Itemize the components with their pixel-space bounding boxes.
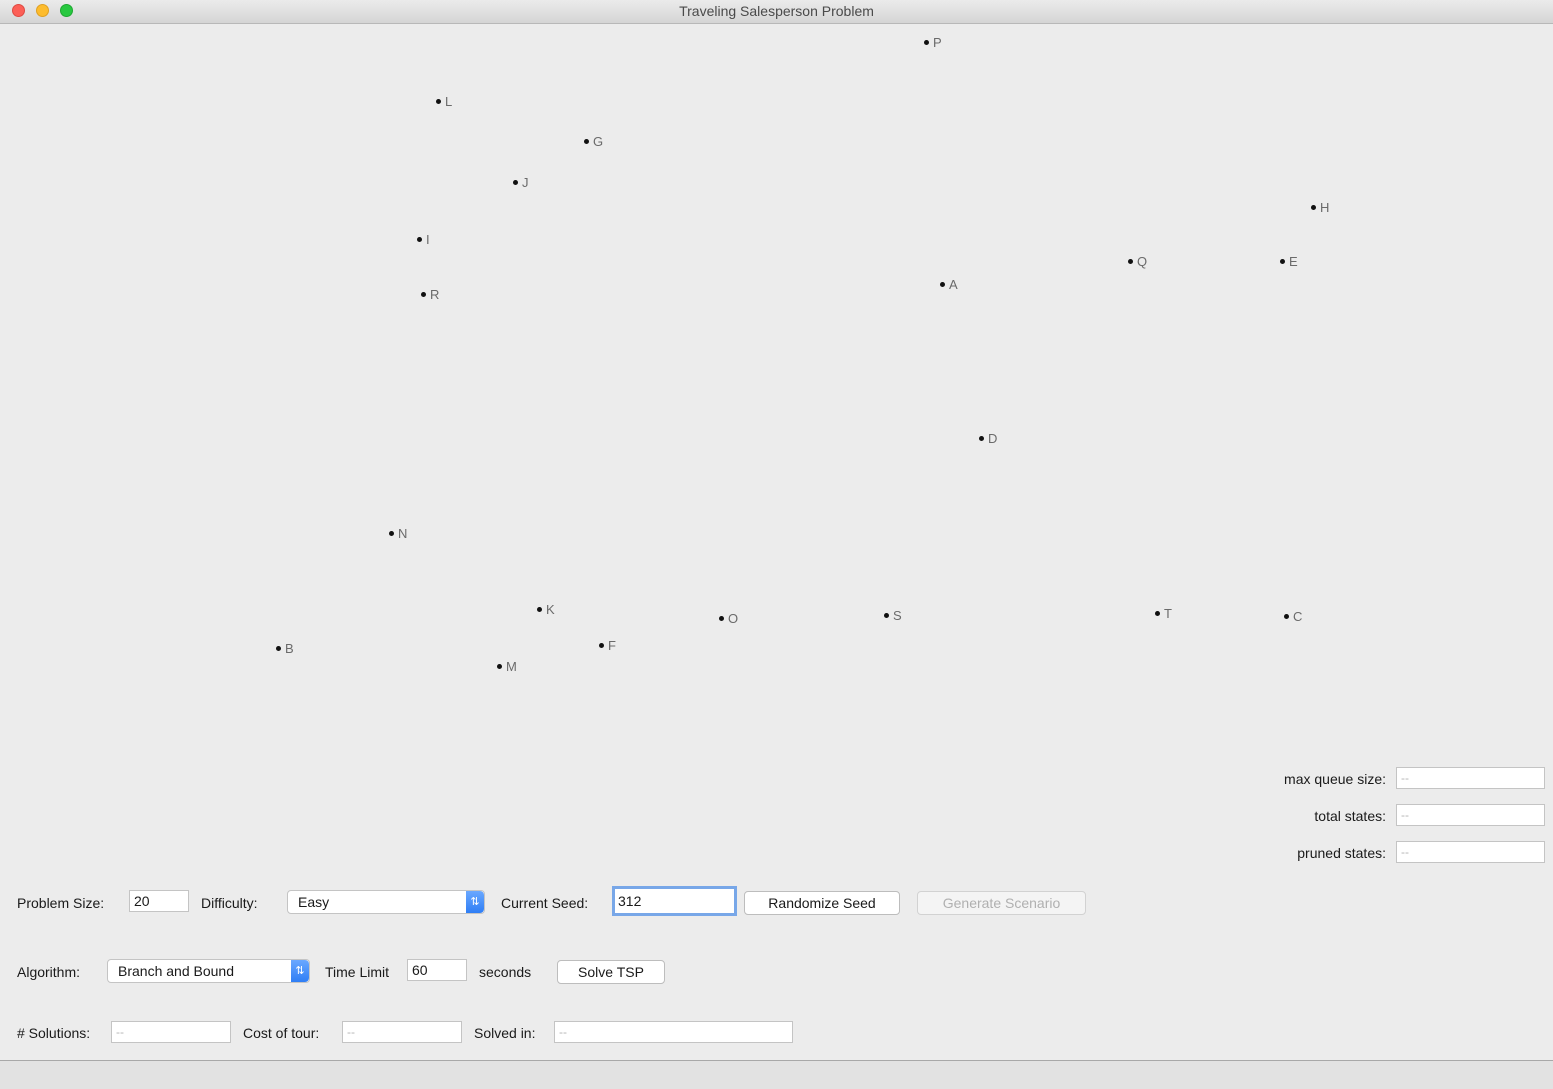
status-bar bbox=[0, 1060, 1553, 1089]
seconds-label: seconds bbox=[479, 964, 532, 980]
city-label: O bbox=[728, 611, 739, 626]
city-point: T bbox=[1155, 607, 1172, 620]
city-label: B bbox=[285, 641, 294, 656]
city-dot bbox=[513, 180, 518, 186]
algorithm-value: Branch and Bound bbox=[118, 963, 234, 979]
city-dot bbox=[389, 531, 394, 537]
city-point: A bbox=[940, 278, 958, 291]
total-states-label: total states: bbox=[1314, 808, 1386, 824]
city-dot bbox=[1155, 611, 1160, 617]
city-dot bbox=[436, 99, 441, 105]
city-dot bbox=[421, 292, 426, 298]
solved-in-field[interactable]: -- bbox=[554, 1021, 793, 1043]
city-map-canvas[interactable]: P L G J H I Q E A R D N K O S T C F B M bbox=[3, 24, 1551, 764]
current-seed-label: Current Seed: bbox=[501, 895, 589, 911]
city-point: E bbox=[1280, 255, 1298, 268]
city-point: R bbox=[421, 288, 439, 301]
time-limit-label: Time Limit bbox=[325, 964, 390, 980]
city-point: N bbox=[389, 527, 407, 540]
max-queue-size-label: max queue size: bbox=[1284, 771, 1386, 787]
randomize-seed-button[interactable]: Randomize Seed bbox=[744, 891, 900, 915]
select-arrows-icon: ⇅ bbox=[466, 891, 484, 913]
city-label: K bbox=[546, 602, 555, 617]
algorithm-label: Algorithm: bbox=[17, 964, 81, 980]
city-label: N bbox=[398, 526, 408, 541]
city-label: A bbox=[949, 277, 958, 292]
problem-size-input[interactable]: 20 bbox=[129, 890, 189, 912]
generate-scenario-button[interactable]: Generate Scenario bbox=[917, 891, 1086, 915]
city-point: P bbox=[924, 36, 942, 49]
solutions-label: # Solutions: bbox=[17, 1025, 91, 1041]
city-label: I bbox=[426, 232, 430, 247]
current-seed-input[interactable]: 312 bbox=[612, 886, 737, 916]
solved-in-label: Solved in: bbox=[474, 1025, 536, 1041]
city-dot bbox=[940, 282, 945, 288]
city-point: L bbox=[436, 95, 452, 108]
city-point: M bbox=[497, 660, 517, 673]
city-point: J bbox=[513, 176, 529, 189]
solve-tsp-button[interactable]: Solve TSP bbox=[557, 960, 665, 984]
city-dot bbox=[497, 664, 502, 670]
difficulty-value: Easy bbox=[298, 894, 330, 910]
algorithm-select[interactable]: Branch and Bound ⇅ bbox=[107, 959, 310, 983]
city-point: K bbox=[537, 603, 555, 616]
city-dot bbox=[1128, 259, 1133, 265]
pruned-states-label: pruned states: bbox=[1297, 845, 1386, 861]
window-title: Traveling Salesperson Problem bbox=[679, 3, 874, 19]
solutions-field[interactable]: -- bbox=[111, 1021, 231, 1043]
city-label: F bbox=[608, 638, 616, 653]
city-label: G bbox=[593, 134, 604, 149]
city-label: E bbox=[1289, 254, 1298, 269]
cost-of-tour-label: Cost of tour: bbox=[243, 1025, 320, 1041]
time-limit-input[interactable]: 60 bbox=[407, 959, 467, 981]
city-point: Q bbox=[1128, 255, 1147, 268]
city-dot bbox=[537, 607, 542, 613]
difficulty-label: Difficulty: bbox=[201, 895, 258, 911]
city-dot bbox=[1284, 614, 1289, 620]
city-dot bbox=[599, 643, 604, 649]
city-dot bbox=[276, 646, 281, 652]
city-point: G bbox=[584, 135, 603, 148]
total-states-field[interactable]: -- bbox=[1396, 804, 1545, 826]
city-point: C bbox=[1284, 610, 1302, 623]
difficulty-select[interactable]: Easy ⇅ bbox=[287, 890, 485, 914]
city-label: C bbox=[1293, 609, 1303, 624]
city-label: P bbox=[933, 35, 942, 50]
city-point: S bbox=[884, 609, 902, 622]
city-label: R bbox=[430, 287, 440, 302]
city-dot bbox=[417, 237, 422, 243]
city-dot bbox=[924, 40, 929, 46]
city-dot bbox=[584, 139, 589, 145]
city-point: D bbox=[979, 432, 997, 445]
city-label: T bbox=[1164, 606, 1172, 621]
city-dot bbox=[884, 613, 889, 619]
title-bar: Traveling Salesperson Problem bbox=[0, 0, 1553, 24]
city-label: D bbox=[988, 431, 998, 446]
city-label: Q bbox=[1137, 254, 1148, 269]
select-arrows-icon: ⇅ bbox=[291, 960, 309, 982]
city-label: H bbox=[1320, 200, 1330, 215]
city-dot bbox=[719, 616, 724, 622]
city-label: M bbox=[506, 659, 517, 674]
city-dot bbox=[979, 436, 984, 442]
city-point: F bbox=[599, 639, 616, 652]
city-point: B bbox=[276, 642, 294, 655]
city-label: S bbox=[893, 608, 902, 623]
city-point: O bbox=[719, 612, 738, 625]
city-point: I bbox=[417, 233, 430, 246]
city-label: J bbox=[522, 175, 529, 190]
max-queue-size-field[interactable]: -- bbox=[1396, 767, 1545, 789]
cost-of-tour-field[interactable]: -- bbox=[342, 1021, 462, 1043]
city-dot bbox=[1280, 259, 1285, 265]
city-label: L bbox=[445, 94, 453, 109]
pruned-states-field[interactable]: -- bbox=[1396, 841, 1545, 863]
city-point: H bbox=[1311, 201, 1329, 214]
city-dot bbox=[1311, 205, 1316, 211]
problem-size-label: Problem Size: bbox=[17, 895, 105, 911]
